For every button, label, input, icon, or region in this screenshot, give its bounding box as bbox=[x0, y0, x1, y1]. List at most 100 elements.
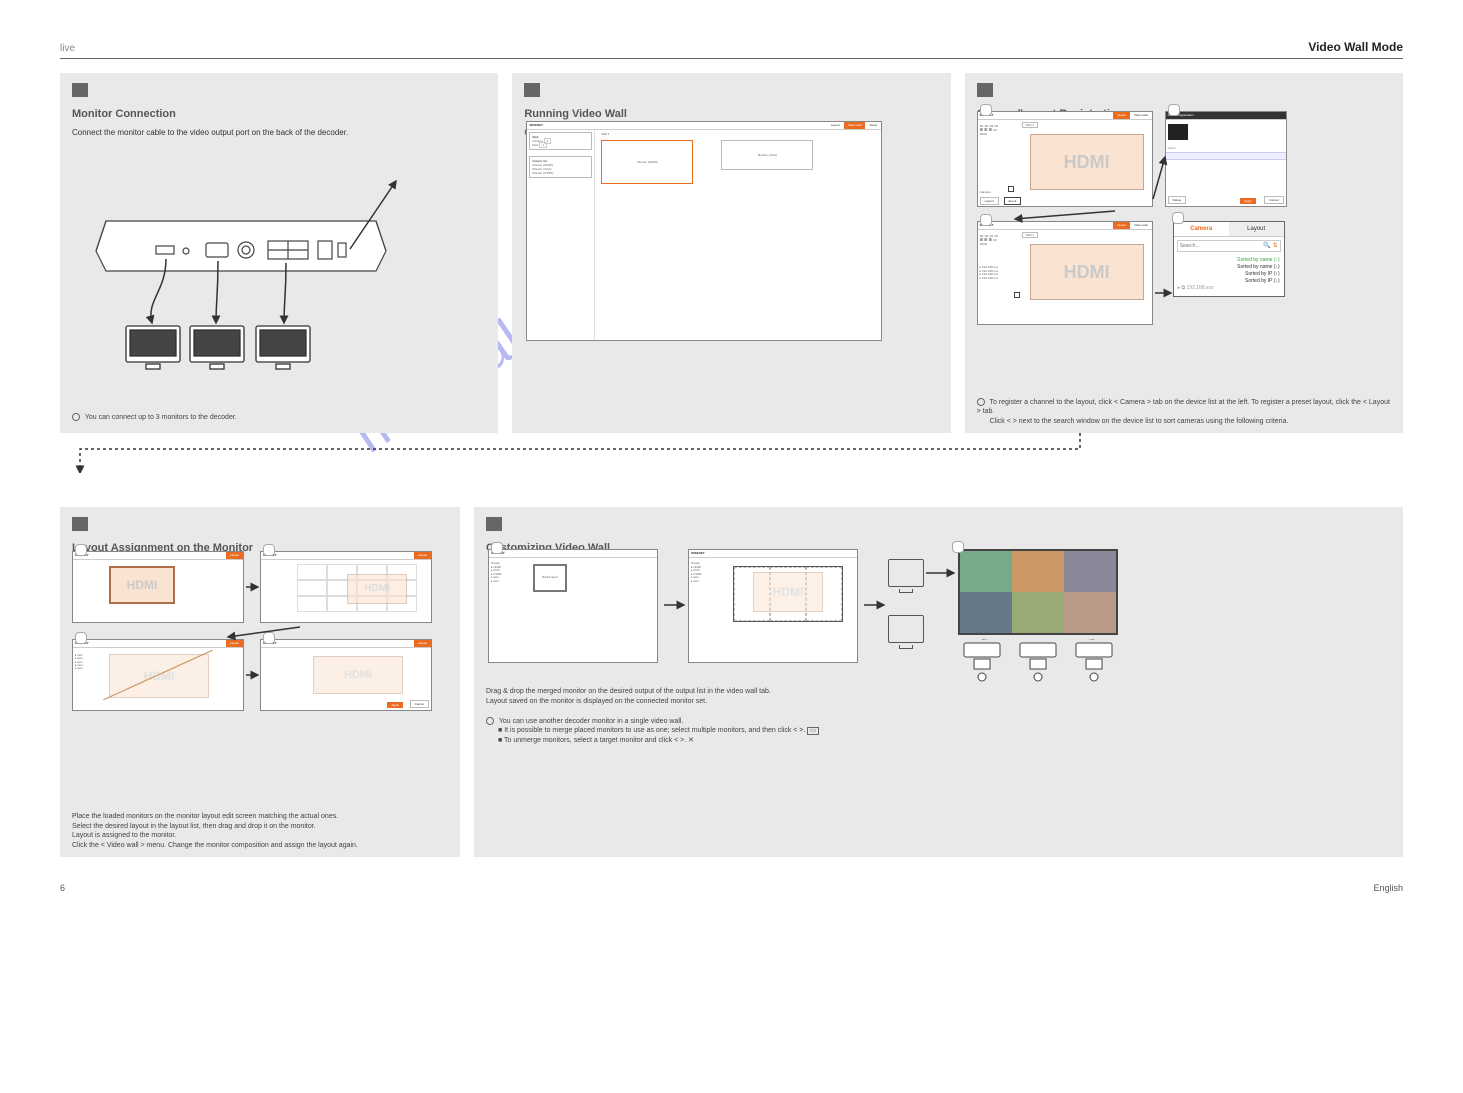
btn-cancel4[interactable]: Cancel bbox=[410, 700, 429, 708]
s5-b: WISENET Output▸ HDMI▸ VGA▸ CVBS▸ item▸ i… bbox=[688, 549, 858, 663]
s4a-hdmi[interactable]: HDMI bbox=[109, 566, 175, 604]
btn-event[interactable]: Event bbox=[1004, 197, 1022, 205]
hdmi-canvas2[interactable]: HDMI bbox=[1030, 244, 1144, 300]
s4-c-txt: Layout is assigned to the monitor. bbox=[72, 832, 176, 839]
layout-tab[interactable]: Layout bbox=[1229, 222, 1284, 237]
badge-4c bbox=[75, 632, 87, 644]
t[interactable]: Layout bbox=[414, 552, 431, 558]
btn-apply4[interactable]: Apply bbox=[387, 702, 403, 708]
page: live Video Wall Mode manualshive.com Mon… bbox=[60, 40, 1403, 893]
s4-c: WISENETLayout HDMI ▸ item▸ item▸ item▸ i… bbox=[72, 639, 244, 711]
wall-chip[interactable]: Wall 1 bbox=[1022, 122, 1038, 128]
step-1-title: Monitor Connection bbox=[72, 107, 486, 122]
step-num-3 bbox=[977, 83, 993, 97]
note-icon bbox=[486, 717, 494, 725]
wall-chip2[interactable]: Wall 1 bbox=[1022, 232, 1038, 238]
t[interactable]: Layout bbox=[226, 640, 243, 646]
footer: 6 English bbox=[60, 883, 1403, 893]
monitor-icon-2 bbox=[888, 615, 924, 643]
mock-tabs: Layout Video wall Setup bbox=[827, 122, 881, 128]
search-input[interactable] bbox=[1178, 243, 1263, 249]
footer-lang: English bbox=[1373, 883, 1403, 893]
row-val[interactable]: 1 bbox=[539, 142, 547, 148]
step-3: Camera/Layout Registration WISENET Layou… bbox=[965, 73, 1403, 433]
section-name: live bbox=[60, 43, 75, 54]
t[interactable]: Layout bbox=[414, 640, 431, 646]
s4c-list: ▸ item▸ item▸ item▸ item▸ item bbox=[75, 654, 83, 670]
layout-icons: ▭ ▭ ▭ ▭⊞ ⊞ ⊞ ▭▭▭ bbox=[980, 124, 998, 136]
t[interactable]: Layout bbox=[226, 552, 243, 558]
layout-icons2: ▭ ▭ ▭ ▭⊞ ⊞ ⊞ ▭▭▭ bbox=[980, 234, 998, 246]
sort-hotspot bbox=[1014, 292, 1020, 298]
tab-layout[interactable]: Layout bbox=[827, 122, 844, 128]
sort-icon[interactable]: ⇅ bbox=[1273, 242, 1278, 250]
btn-delete[interactable]: Delete bbox=[1168, 196, 1187, 204]
camera-tab[interactable]: Camera bbox=[1174, 222, 1229, 237]
output-cvbs[interactable]: Monitor (CVBS) bbox=[532, 171, 589, 175]
device-items: ▸ 192.168.xxx▸ 192.168.xxx▸ 192.168.xxx▸… bbox=[980, 266, 1016, 280]
s5-note1: You can use another decoder monitor in a… bbox=[499, 718, 684, 725]
tab[interactable]: Layout bbox=[1113, 112, 1130, 118]
vga-tile[interactable]: Monitor (VGA) bbox=[721, 140, 813, 170]
wall-label: Wall 1 bbox=[601, 132, 609, 136]
tab-vw[interactable]: Video wall bbox=[1130, 112, 1152, 118]
decoder-illustration bbox=[86, 151, 406, 391]
preview-thumb bbox=[1168, 124, 1188, 140]
sort-opt-4[interactable]: Sorted by IP (↓) bbox=[1178, 278, 1280, 285]
hdmi-canvas[interactable]: HDMI bbox=[1030, 134, 1144, 190]
badge-4d bbox=[263, 632, 275, 644]
unmerge-icon: ✕ bbox=[688, 737, 694, 744]
wisenet-logo: WISENET bbox=[527, 123, 543, 127]
s4d-hdmi[interactable]: HDMI bbox=[313, 656, 403, 694]
wall-result bbox=[958, 549, 1118, 635]
s5-a: WISENET Output▸ HDMI▸ VGA▸ CVBS▸ item▸ i… bbox=[488, 549, 658, 663]
tab-setup[interactable]: Setup bbox=[865, 122, 881, 128]
step3-note2: Click < > next to the search window on t… bbox=[990, 418, 1289, 425]
badge-2 bbox=[1168, 104, 1180, 116]
sort-opt-3[interactable]: Sorted by IP (↑) bbox=[1178, 271, 1280, 278]
btn-cancel[interactable]: Cancel bbox=[1264, 196, 1283, 204]
s4-b-txt: Select the desired layout in the layout … bbox=[72, 823, 316, 830]
badge-5a bbox=[491, 542, 503, 554]
tab2vw[interactable]: Video wall bbox=[1130, 222, 1152, 228]
sort-menu: Sorted by name (↑) Sorted by name (↓) So… bbox=[1174, 255, 1284, 296]
tab-videowall[interactable]: Video wall bbox=[844, 122, 866, 128]
s4b-hdmi[interactable]: HDMI bbox=[347, 574, 407, 604]
step-num-5 bbox=[486, 517, 502, 531]
step-5: Customizing Video Wall WISENET Output▸ H… bbox=[474, 507, 1403, 857]
search-icon[interactable]: 🔍 bbox=[1263, 242, 1270, 250]
step3-mock-b: WISENET LayoutVideo wall Wall 1 HDMI ▭ ▭… bbox=[977, 221, 1153, 325]
s5-body-b: Layout saved on the monitor is displayed… bbox=[486, 697, 1391, 707]
step-2-title: Running Video Wall bbox=[524, 107, 938, 122]
badge-1 bbox=[980, 104, 992, 116]
page-number: 6 bbox=[60, 883, 65, 893]
step-1-body: Connect the monitor cable to the video o… bbox=[72, 128, 486, 139]
step-2: Running Video Wall Click < Video wall > … bbox=[512, 73, 950, 433]
s4-d: WISENETLayout HDMI Apply Cancel bbox=[260, 639, 432, 711]
page-title: Video Wall Mode bbox=[1308, 40, 1403, 54]
badge-5b bbox=[952, 541, 964, 553]
camera-dropdown: Camera Layout 🔍 ⇅ Sorted by name (↑) Sor… bbox=[1173, 221, 1285, 297]
s5b-hdmi: HDMI bbox=[753, 572, 823, 612]
s5a-tile[interactable]: Monitor layout bbox=[533, 564, 567, 592]
s5-note3: To unmerge monitors, select a target mon… bbox=[504, 737, 686, 744]
badge-4b bbox=[263, 544, 275, 556]
reg-row[interactable] bbox=[1166, 152, 1286, 160]
step3-mock-reg: Device Registration Name Delete Apply Ca… bbox=[1165, 111, 1287, 207]
step3-mock-a: WISENET LayoutVideo wall Wall 1 HDMI ▭ ▭… bbox=[977, 111, 1153, 207]
sidebar-camera[interactable]: Camera bbox=[980, 190, 991, 194]
step5-text: Drag & drop the merged monitor on the de… bbox=[486, 687, 1391, 746]
reg-col-name: Name bbox=[1168, 146, 1176, 150]
sort-opt-1[interactable]: Sorted by name (↑) bbox=[1178, 257, 1280, 264]
step2-mock: WISENET Layout Video wall Setup Wall Col… bbox=[526, 121, 882, 341]
s5a-list: Output▸ HDMI▸ VGA▸ CVBS▸ item▸ item bbox=[491, 562, 525, 584]
search-row: 🔍 ⇅ bbox=[1177, 240, 1281, 252]
hdmi-tile[interactable]: Monitor (HDMI) bbox=[601, 140, 693, 184]
tab2[interactable]: Layout bbox=[1113, 222, 1130, 228]
btn-layout[interactable]: Layout bbox=[980, 197, 999, 205]
btn-apply[interactable]: Apply bbox=[1240, 198, 1256, 204]
sort-opt-2[interactable]: Sorted by name (↓) bbox=[1178, 264, 1280, 271]
s5-note2: It is possible to merge placed monitors … bbox=[504, 727, 805, 734]
wall-sidebar: Wall Column 1 Row 1 Output list Monitor … bbox=[527, 130, 595, 340]
merge-icon: ▭ bbox=[807, 727, 819, 735]
